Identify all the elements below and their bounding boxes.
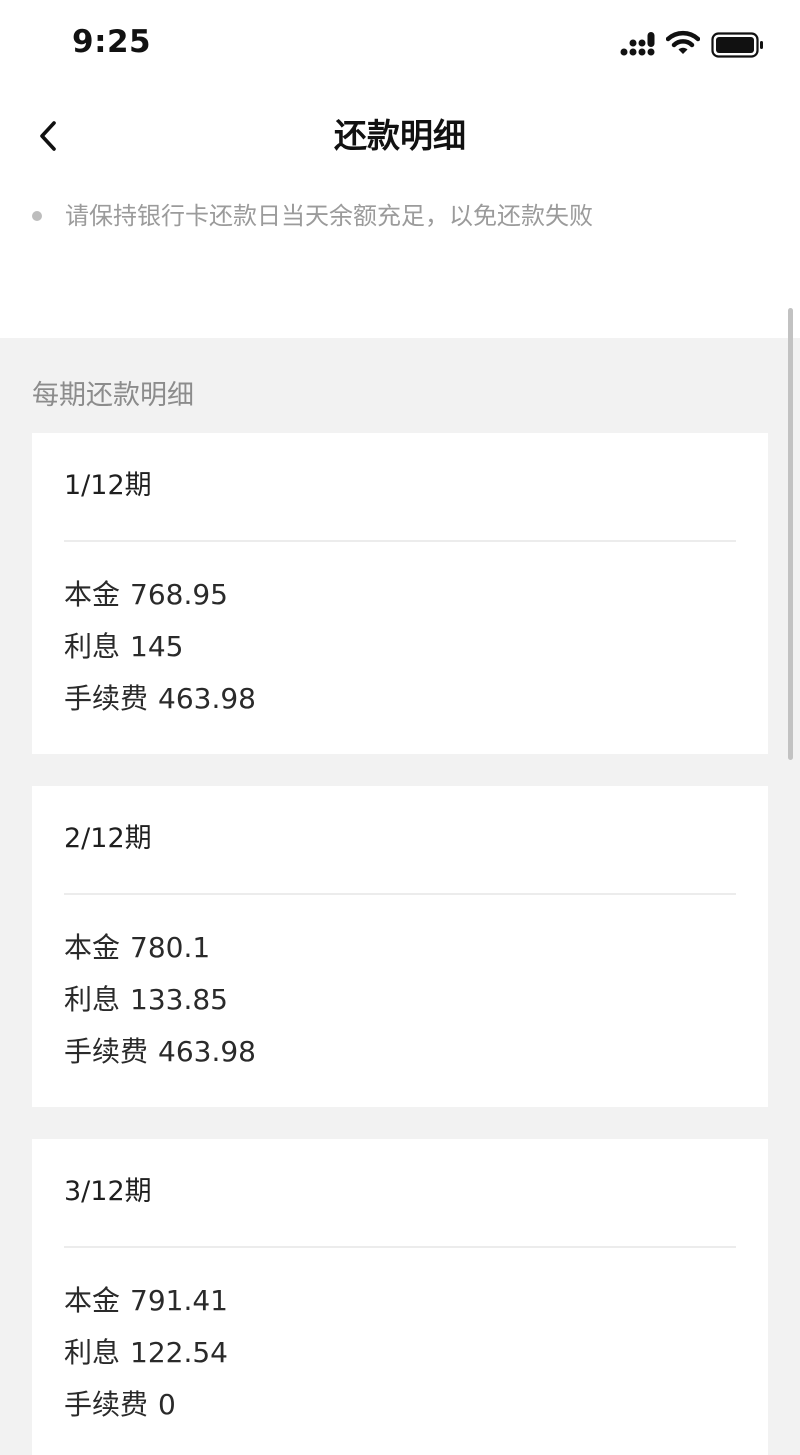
section-label: 每期还款明细 [32,380,194,411]
header-area: 9:25 还款明细 请保持银行卡还款日当天余额充足，以免还款失败 [0,0,800,338]
interest-label: 利息 [64,983,121,1016]
interest-row: 利息 145 [64,627,183,667]
fee-label: 手续费 [64,1388,149,1421]
interest-label: 利息 [64,1336,121,1369]
card-divider [64,893,736,895]
fee-row: 手续费 0 [64,1385,176,1425]
interest-value: 122.54 [130,1336,228,1369]
page-title: 还款明细 [334,116,466,155]
repayment-notice: 请保持银行卡还款日当天余额充足，以免还款失败 [30,196,770,236]
principal-value: 780.1 [130,931,211,964]
fee-label: 手续费 [64,682,149,715]
interest-row: 利息 133.85 [64,980,228,1020]
principal-label: 本金 [64,931,121,964]
card-divider [64,1246,736,1248]
interest-value: 133.85 [130,983,228,1016]
fee-value: 463.98 [158,682,256,715]
principal-row: 本金 791.41 [64,1281,228,1321]
principal-label: 本金 [64,1284,121,1317]
fee-value: 0 [158,1388,176,1421]
interest-label: 利息 [64,630,121,663]
principal-value: 791.41 [130,1284,228,1317]
fee-label: 手续费 [64,1035,149,1068]
interest-row: 利息 122.54 [64,1333,228,1373]
principal-label: 本金 [64,578,121,611]
fee-row: 手续费 463.98 [64,1032,256,1072]
battery-icon [711,32,763,58]
card-divider [64,540,736,542]
scrollbar[interactable] [788,308,793,760]
installment-card: 1/12期 本金 768.95 利息 145 手续费 463.98 [32,433,768,754]
installment-card: 2/12期 本金 780.1 利息 133.85 手续费 463.98 [32,786,768,1107]
installment-card: 3/12期 本金 791.41 利息 122.54 手续费 0 [32,1139,768,1455]
status-bar: 9:25 [0,0,800,90]
wifi-icon [666,30,700,54]
cellular-signal-icon [620,32,655,56]
principal-row: 本金 780.1 [64,928,210,968]
principal-row: 本金 768.95 [64,575,228,615]
bullet-icon [32,211,42,221]
navigation-bar: 还款明细 [0,100,800,172]
status-time: 9:25 [72,24,152,60]
principal-value: 768.95 [130,578,228,611]
interest-value: 145 [130,630,184,663]
fee-row: 手续费 463.98 [64,679,256,719]
fee-value: 463.98 [158,1035,256,1068]
installment-period: 1/12期 [64,470,152,501]
installment-period: 2/12期 [64,823,152,854]
notice-text: 请保持银行卡还款日当天余额充足，以免还款失败 [65,202,593,230]
installment-period: 3/12期 [64,1176,152,1207]
